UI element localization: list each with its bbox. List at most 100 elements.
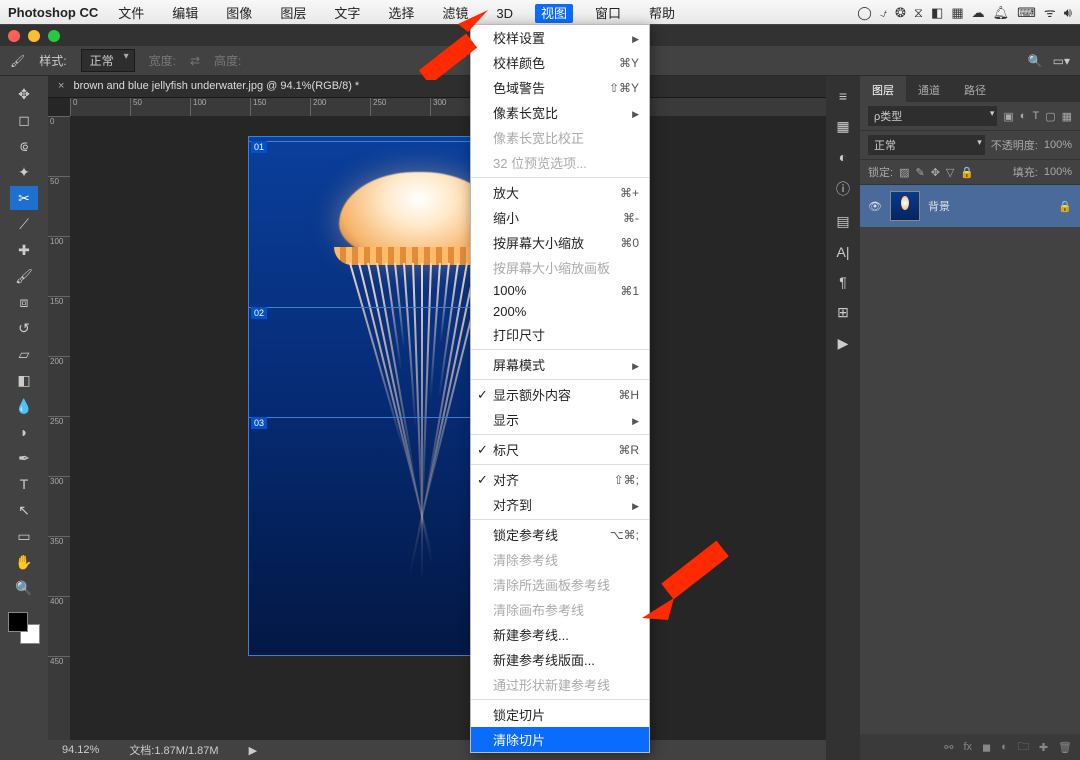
- filter-adjust-icon[interactable]: ◐: [1020, 110, 1027, 122]
- group-icon[interactable]: 🗀: [1018, 738, 1029, 757]
- slice-label[interactable]: 01: [251, 141, 267, 153]
- tool-gradient[interactable]: ◧: [10, 368, 38, 392]
- slice-label[interactable]: 02: [251, 307, 267, 319]
- tab-paths[interactable]: 路径: [952, 76, 998, 102]
- adjustment-icon[interactable]: ◐: [1001, 741, 1008, 753]
- panel-sliders-icon[interactable]: ≡: [839, 88, 847, 104]
- brush-icon[interactable]: 🖌: [10, 54, 25, 68]
- menu-item-0[interactable]: 文件: [112, 4, 150, 23]
- panel-adjust-icon[interactable]: ◐: [839, 149, 847, 165]
- menu-item[interactable]: 标尺⌘R: [471, 437, 649, 462]
- menu-item[interactable]: 新建参考线...: [471, 622, 649, 647]
- swap-icon[interactable]: ⇄: [190, 54, 200, 68]
- tool-stamp[interactable]: ⧈: [10, 290, 38, 314]
- fill-value[interactable]: 100%: [1044, 166, 1072, 178]
- menu-item-7[interactable]: 3D: [490, 4, 519, 23]
- style-select[interactable]: 正常: [81, 49, 135, 72]
- workspace-switcher-icon[interactable]: ▭▾: [1053, 54, 1070, 68]
- tool-dodge[interactable]: ◗: [10, 420, 38, 444]
- layer-name[interactable]: 背景: [928, 198, 950, 214]
- trash-icon[interactable]: 🗑: [1058, 741, 1072, 754]
- filter-image-icon[interactable]: ▣: [1003, 110, 1013, 123]
- menu-item[interactable]: 校样颜色⌘Y: [471, 50, 649, 75]
- filter-smart-icon[interactable]: ▦: [1062, 110, 1072, 123]
- zoom-level[interactable]: 94.12%: [62, 744, 99, 756]
- lock-trans-icon[interactable]: ▨: [899, 166, 909, 179]
- menu-item[interactable]: 100%⌘1: [471, 280, 649, 301]
- tab-layers[interactable]: 图层: [860, 76, 906, 102]
- tool-zoom[interactable]: 🔍: [10, 576, 38, 600]
- filter-shape-icon[interactable]: ▢: [1045, 110, 1055, 123]
- visibility-icon[interactable]: 👁: [868, 200, 882, 213]
- tool-blur[interactable]: 💧: [10, 394, 38, 418]
- menu-item[interactable]: 对齐⇧⌘;: [471, 467, 649, 492]
- close-window-icon[interactable]: [8, 30, 20, 42]
- menu-item-9[interactable]: 窗口: [589, 4, 627, 23]
- lock-paint-icon[interactable]: ✎: [915, 166, 924, 179]
- panel-info-icon[interactable]: ⓘ: [836, 179, 850, 199]
- new-layer-icon[interactable]: ✚: [1039, 741, 1048, 754]
- tool-pen[interactable]: ✒: [10, 446, 38, 470]
- menu-item[interactable]: 屏幕模式: [471, 352, 649, 377]
- lock-all-icon[interactable]: 🔒: [960, 166, 974, 179]
- menu-item[interactable]: 打印尺寸: [471, 322, 649, 347]
- lock-pos-icon[interactable]: ✥: [931, 166, 940, 179]
- menu-item-4[interactable]: 文字: [328, 4, 366, 23]
- menu-item[interactable]: 200%: [471, 301, 649, 322]
- menu-item[interactable]: 像素长宽比: [471, 100, 649, 125]
- menu-item-3[interactable]: 图层: [274, 4, 312, 23]
- link-icon[interactable]: ⚯: [944, 741, 953, 754]
- menu-item[interactable]: 清除切片: [471, 727, 649, 752]
- tab-channels[interactable]: 通道: [906, 76, 952, 102]
- lock-artboard-icon[interactable]: ▽: [946, 166, 954, 179]
- menu-item[interactable]: 显示额外内容⌘H: [471, 382, 649, 407]
- tool-crop[interactable]: ✂: [10, 186, 38, 210]
- mask-icon[interactable]: ◼: [982, 741, 991, 754]
- menu-item[interactable]: 缩小⌘-: [471, 205, 649, 230]
- slice-label[interactable]: 03: [251, 417, 267, 429]
- menu-item[interactable]: 锁定参考线⌥⌘;: [471, 522, 649, 547]
- color-swatches[interactable]: [8, 612, 40, 644]
- tool-wand[interactable]: ✦: [10, 160, 38, 184]
- zoom-window-icon[interactable]: [48, 30, 60, 42]
- layer-row[interactable]: 👁 背景 🔒: [860, 185, 1080, 227]
- menu-item[interactable]: 显示: [471, 407, 649, 432]
- fx-icon[interactable]: fx: [963, 741, 972, 753]
- tool-path[interactable]: ↖: [10, 498, 38, 522]
- menu-item[interactable]: 色域警告⇧⌘Y: [471, 75, 649, 100]
- layer-filter-select[interactable]: ρ类型: [868, 106, 997, 126]
- tool-shape[interactable]: ▭: [10, 524, 38, 548]
- panel-play-icon[interactable]: ▶: [838, 335, 849, 352]
- panel-swatch-icon[interactable]: ▦: [836, 118, 849, 135]
- tool-marquee[interactable]: ◻: [10, 108, 38, 132]
- search-icon[interactable]: 🔍: [1028, 54, 1043, 68]
- tool-move[interactable]: ✥: [10, 82, 38, 106]
- opacity-value[interactable]: 100%: [1044, 139, 1072, 151]
- view-menu-dropdown[interactable]: 校样设置校样颜色⌘Y色域警告⇧⌘Y像素长宽比像素长宽比校正32 位预览选项...…: [470, 24, 650, 753]
- tool-history[interactable]: ↺: [10, 316, 38, 340]
- tool-hand[interactable]: ✋: [10, 550, 38, 574]
- menu-item-10[interactable]: 帮助: [643, 4, 681, 23]
- menu-item[interactable]: 校样设置: [471, 25, 649, 50]
- panel-grid-icon[interactable]: ▤: [836, 213, 849, 230]
- tool-type[interactable]: T: [10, 472, 38, 496]
- menu-item-1[interactable]: 编辑: [166, 4, 204, 23]
- tool-eyedrop[interactable]: ⟋: [10, 212, 38, 236]
- panel-style-icon[interactable]: ⊞: [837, 304, 849, 321]
- menu-item[interactable]: 按屏幕大小缩放⌘0: [471, 230, 649, 255]
- tool-brush[interactable]: 🖌: [10, 264, 38, 288]
- tool-lasso[interactable]: ⟃: [10, 134, 38, 158]
- close-tab-icon[interactable]: ×: [58, 80, 64, 92]
- menu-item-8[interactable]: 视图: [535, 4, 573, 23]
- layer-thumbnail[interactable]: [890, 191, 920, 221]
- menu-item-2[interactable]: 图像: [220, 4, 258, 23]
- menu-item[interactable]: 锁定切片: [471, 702, 649, 727]
- menu-item[interactable]: 对齐到: [471, 492, 649, 517]
- menu-item[interactable]: 新建参考线版面...: [471, 647, 649, 672]
- filter-type-icon[interactable]: T: [1032, 110, 1039, 122]
- minimize-window-icon[interactable]: [28, 30, 40, 42]
- tool-eraser[interactable]: ▱: [10, 342, 38, 366]
- menu-item-5[interactable]: 选择: [382, 4, 420, 23]
- menu-item[interactable]: 放大⌘+: [471, 180, 649, 205]
- panel-char-icon[interactable]: A|: [837, 244, 850, 260]
